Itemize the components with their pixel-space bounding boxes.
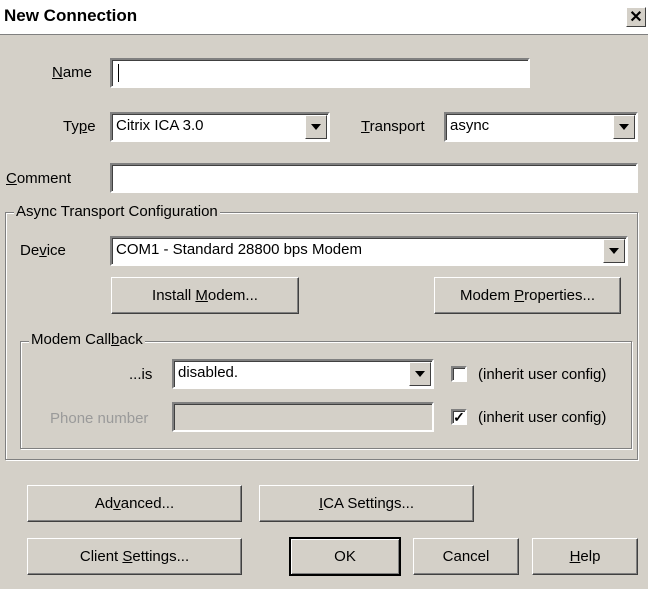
- type-label: Type: [63, 118, 96, 135]
- chevron-down-icon[interactable]: [409, 362, 431, 386]
- dialog-title: New Connection: [4, 6, 138, 25]
- type-value: Citrix ICA 3.0: [116, 117, 204, 134]
- inherit-callback-label: (inherit user config): [478, 366, 607, 383]
- title-bar: New Connection ✕: [0, 0, 648, 35]
- new-connection-dialog: New Connection ✕ Name Type Citrix ICA 3.…: [0, 0, 648, 589]
- comment-label: Comment: [6, 170, 72, 187]
- device-label: Device: [20, 242, 66, 259]
- help-button[interactable]: Help: [532, 538, 638, 575]
- chevron-down-icon[interactable]: [613, 115, 635, 139]
- callback-value: disabled.: [178, 364, 239, 381]
- async-transport-group-title: Async Transport Configuration: [14, 203, 220, 220]
- ok-button[interactable]: OK: [289, 537, 401, 576]
- device-value: COM1 - Standard 28800 bps Modem: [116, 241, 362, 258]
- text-caret: [118, 64, 119, 82]
- client-settings-button[interactable]: Client Settings...: [27, 538, 242, 575]
- check-icon: ✓: [453, 409, 465, 425]
- transport-select[interactable]: async: [444, 112, 638, 142]
- modem-callback-group-title: Modem Callback: [29, 331, 145, 348]
- close-button[interactable]: ✕: [626, 7, 646, 27]
- inherit-phone-label: (inherit user config): [478, 409, 607, 426]
- transport-value: async: [450, 117, 490, 134]
- inherit-callback-checkbox[interactable]: [451, 366, 467, 382]
- advanced-button[interactable]: Advanced...: [27, 485, 242, 522]
- comment-input[interactable]: [110, 163, 638, 193]
- cancel-button[interactable]: Cancel: [413, 538, 519, 575]
- inherit-phone-checkbox[interactable]: ✓: [451, 409, 467, 425]
- name-input[interactable]: [110, 58, 530, 88]
- name-label: Name: [52, 64, 93, 81]
- ica-settings-button[interactable]: ICA Settings...: [259, 485, 474, 522]
- transport-label: Transport: [361, 118, 425, 135]
- chevron-down-icon[interactable]: [305, 115, 327, 139]
- callback-select[interactable]: disabled.: [172, 359, 434, 389]
- phone-number-label: Phone number: [50, 410, 149, 427]
- chevron-down-icon[interactable]: [603, 239, 625, 263]
- callback-is-label: ...is: [129, 366, 153, 383]
- install-modem-button[interactable]: Install Modem...: [111, 277, 299, 314]
- modem-callback-group: [20, 341, 632, 449]
- modem-properties-button[interactable]: Modem Properties...: [434, 277, 621, 314]
- close-icon: ✕: [629, 9, 643, 26]
- phone-number-input[interactable]: [172, 402, 434, 432]
- type-select[interactable]: Citrix ICA 3.0: [110, 112, 330, 142]
- device-select[interactable]: COM1 - Standard 28800 bps Modem: [110, 236, 628, 266]
